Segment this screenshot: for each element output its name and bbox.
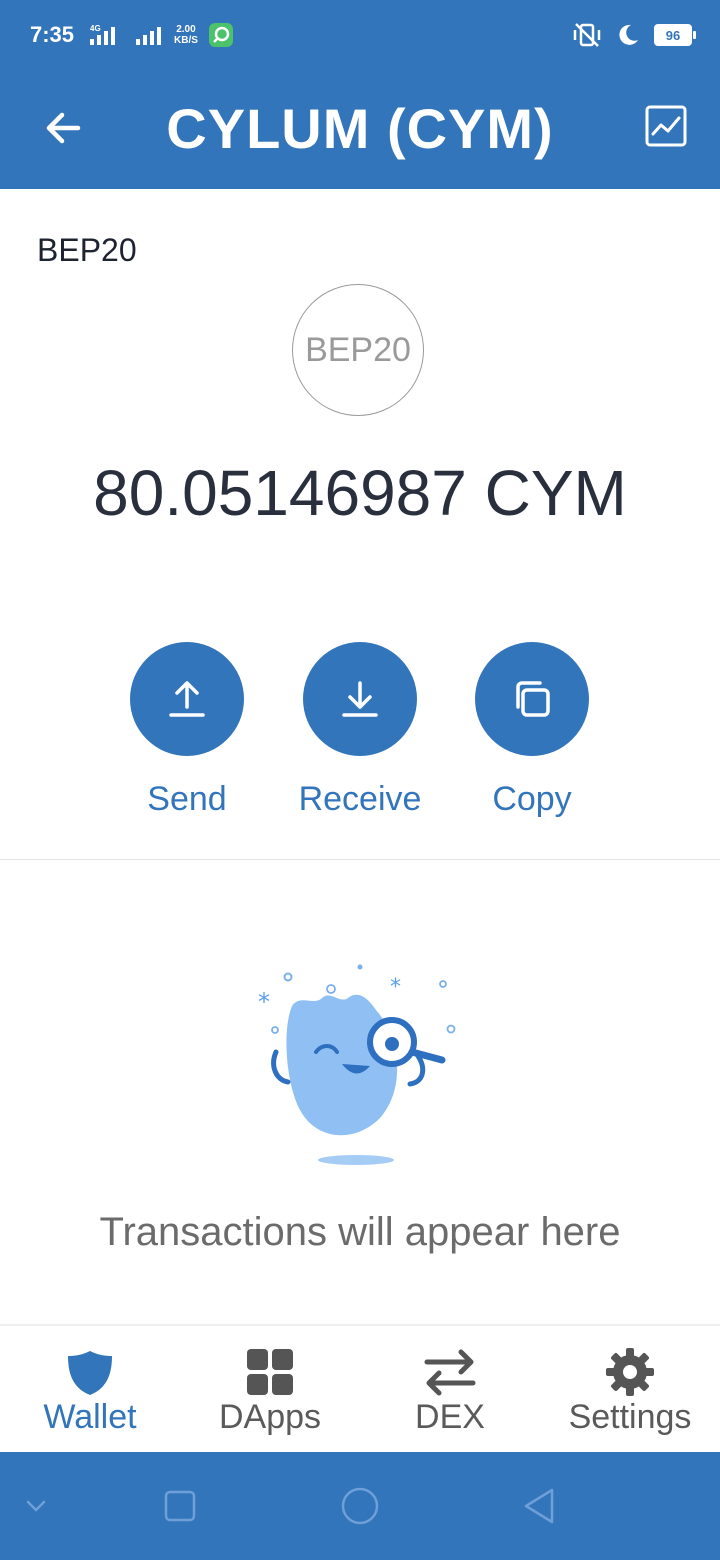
token-balance: 80.05146987 CYM [93,457,627,529]
tab-dapps-label: DApps [218,1398,322,1436]
empty-state-illustration: * * [258,964,456,1165]
back-nav-icon[interactable] [520,1486,560,1526]
copy-button[interactable]: Copy [462,642,602,819]
send-button-circle[interactable] [130,642,244,756]
app-bar: CYLUM (CYM) [0,72,720,189]
signal-4g-icon: 4G [90,24,115,45]
swap-icon [424,1349,476,1396]
tab-settings-label: Settings [568,1398,692,1436]
copy-icon [516,681,550,717]
receive-button-circle[interactable] [303,642,417,756]
app-notification-icon [208,23,233,47]
empty-state-message: Transactions will appear here [99,1210,621,1254]
system-nav-bar [0,1452,720,1560]
signal-icon [136,27,161,45]
token-logo: BEP20 [292,284,424,416]
svg-text:4G: 4G [90,24,101,33]
grid-icon [247,1349,293,1395]
home-icon[interactable] [340,1486,380,1526]
tab-dex[interactable]: DEX [360,1344,540,1437]
vibrate-mute-icon [573,23,601,47]
download-icon [342,681,378,717]
battery-indicator: 96 [654,24,696,46]
tab-dapps[interactable]: DApps [180,1344,360,1437]
receive-button[interactable]: Receive [290,642,430,819]
copy-button-circle[interactable] [475,642,589,756]
copy-label[interactable]: Copy [462,780,602,819]
network-speed: 2.00 KB/S [174,24,198,46]
tab-dex-label: DEX [415,1398,485,1436]
svg-text:*: * [258,988,270,1016]
svg-text:*: * [390,975,401,1000]
gear-icon [606,1348,654,1396]
upload-icon [169,681,205,717]
page-title: CYLUM (CYM) [166,97,554,160]
status-right: 96 [572,22,696,48]
shield-icon [68,1351,112,1395]
chevron-down-icon[interactable] [16,1486,56,1526]
divider [0,859,720,860]
tab-settings[interactable]: Settings [540,1344,720,1437]
recent-apps-icon[interactable] [160,1486,200,1526]
status-time: 7:35 [30,22,75,47]
receive-label[interactable]: Receive [290,780,430,819]
moon-icon [619,24,638,45]
send-label[interactable]: Send [117,780,257,819]
tab-wallet[interactable]: Wallet [0,1344,180,1437]
tab-wallet-label: Wallet [43,1398,137,1436]
chart-icon[interactable] [644,104,688,148]
status-bar: 7:35 4G 2.00 KB/S 96 [0,0,720,72]
token-standard-label: BEP20 [37,232,137,268]
send-button[interactable]: Send [117,642,257,819]
status-indicators: 4G 2.00 KB/S [88,22,234,48]
bottom-tab-bar: Wallet DApps DEX Settings [0,1324,720,1452]
